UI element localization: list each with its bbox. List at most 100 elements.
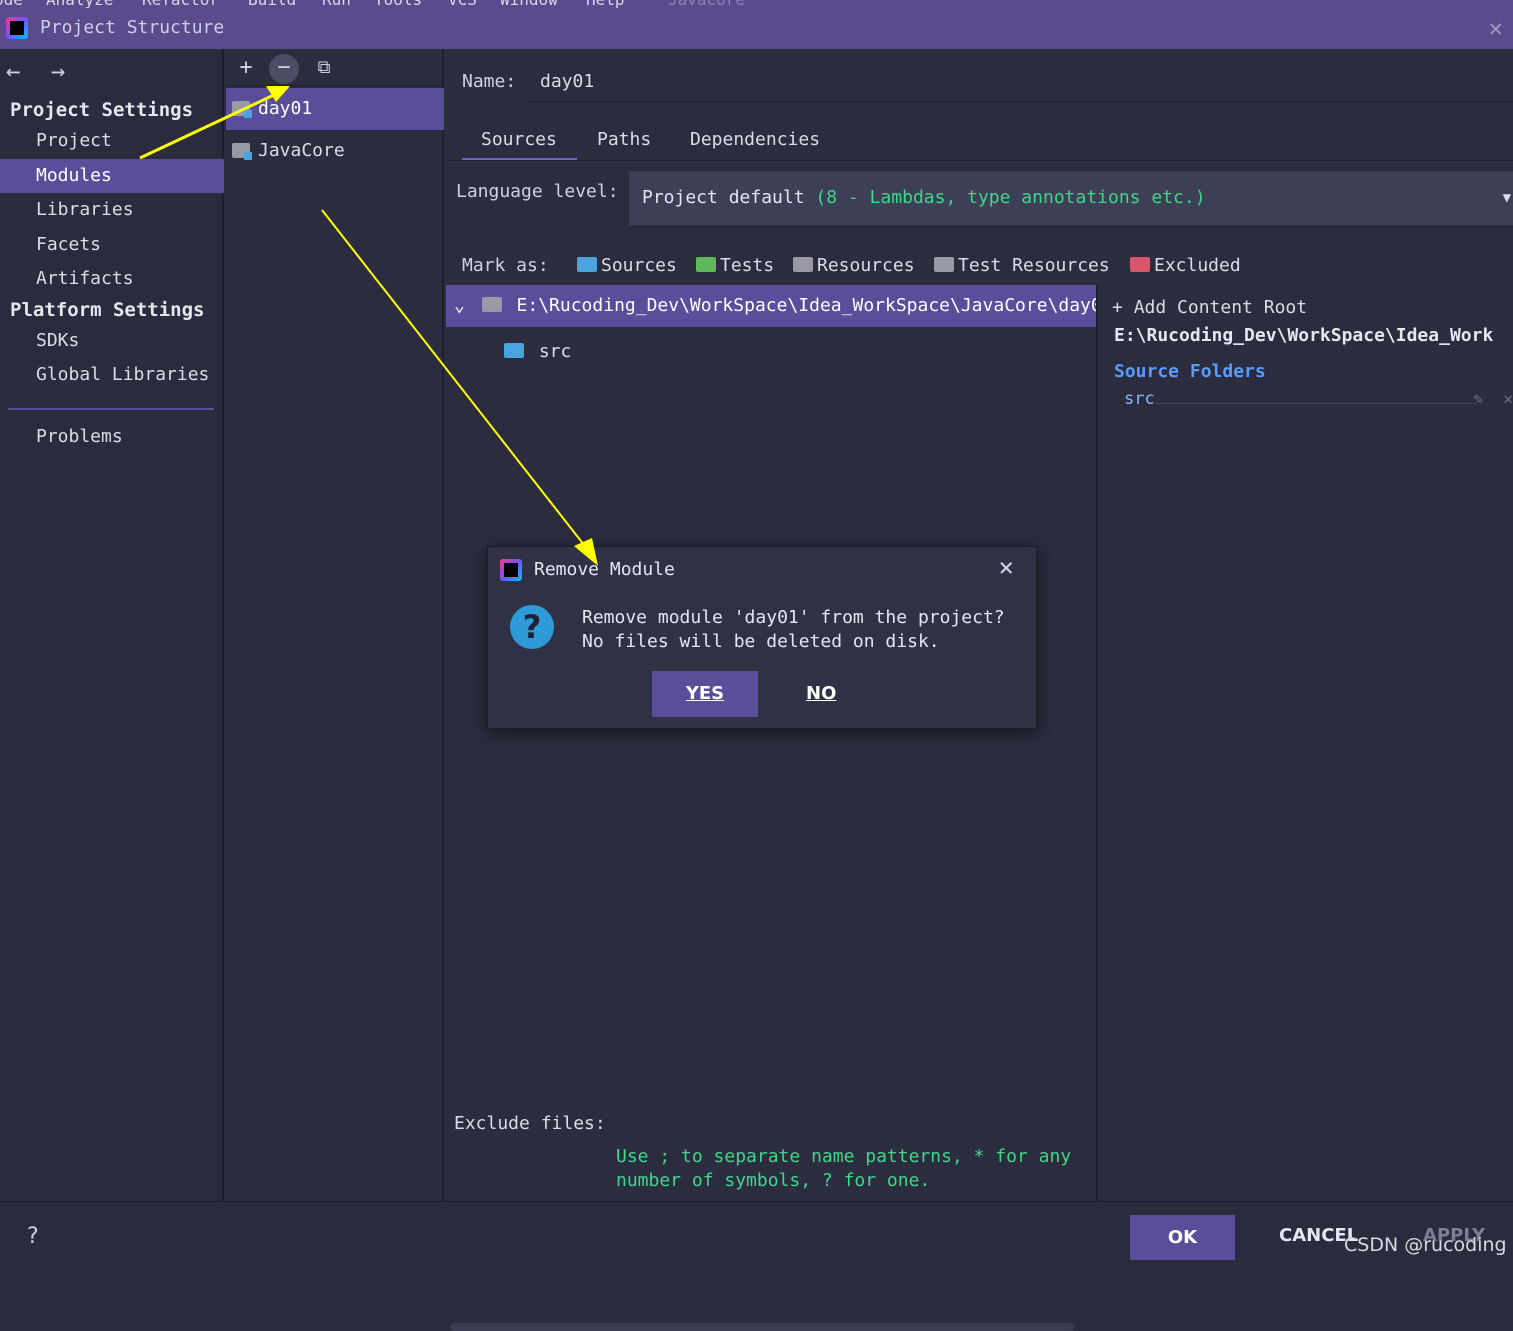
- menu-code[interactable]: ode: [0, 0, 23, 8]
- mark-sources-label: Sources: [601, 255, 677, 276]
- sidebar-item-project[interactable]: Project: [0, 124, 224, 158]
- forward-arrow-icon[interactable]: →: [51, 57, 65, 85]
- folder-icon: [481, 297, 502, 312]
- project-settings-header: Project Settings: [10, 99, 194, 121]
- sidebar-divider: [8, 408, 214, 410]
- module-folder-icon: [232, 143, 252, 160]
- module-item-label: JavaCore: [258, 140, 345, 161]
- plus-icon: +: [1112, 297, 1123, 318]
- dialog-title: Remove Module: [534, 559, 675, 580]
- modules-toolbar: + − ⧉: [226, 49, 444, 86]
- chevron-down-icon: ▼: [1502, 190, 1511, 206]
- dialog-footer: ? OK CANCEL APPLY CSDN @rucoding: [0, 1201, 1513, 1267]
- intellij-logo-icon: [500, 559, 522, 581]
- name-field-underline: [526, 101, 1513, 102]
- question-icon: ?: [510, 605, 554, 649]
- sources-folder-icon: [504, 343, 524, 358]
- mark-sources-button[interactable]: Sources: [577, 255, 677, 276]
- mark-excluded-button[interactable]: Excluded: [1130, 255, 1241, 276]
- module-name-field[interactable]: day01: [540, 71, 594, 92]
- sidebar-item-problems[interactable]: Problems: [0, 420, 224, 454]
- language-level-select[interactable]: Project default (8 - Lambdas, type annot…: [629, 171, 1513, 225]
- close-icon[interactable]: ×: [998, 553, 1014, 583]
- watermark: CSDN @rucoding: [1344, 1234, 1507, 1256]
- sidebar-item-modules[interactable]: Modules: [0, 159, 224, 193]
- source-folders-heading: Source Folders: [1114, 361, 1266, 382]
- mark-tests-button[interactable]: Tests: [696, 255, 774, 276]
- tests-folder-icon: [696, 257, 716, 272]
- modules-panel: + − ⧉ day01 JavaCore: [226, 49, 444, 1201]
- menu-run[interactable]: Run: [322, 0, 351, 8]
- close-icon[interactable]: ✕: [1503, 389, 1513, 408]
- exclude-files-label: Exclude files:: [454, 1113, 606, 1134]
- pencil-icon[interactable]: ✎: [1473, 389, 1483, 408]
- menu-window[interactable]: Window: [500, 0, 558, 8]
- dotted-leader: [1156, 403, 1476, 404]
- add-module-button[interactable]: +: [231, 54, 261, 84]
- menu-refactor[interactable]: Refactor: [142, 0, 219, 8]
- chevron-down-icon[interactable]: ⌄: [454, 295, 465, 316]
- menu-tools[interactable]: Tools: [374, 0, 422, 8]
- name-row: Name: day01: [462, 71, 594, 92]
- dialog-message-line2: No files will be deleted on disk.: [582, 631, 940, 652]
- exclude-files-hint: Use ; to separate name patterns, * for a…: [616, 1146, 1072, 1191]
- tab-sources[interactable]: Sources: [462, 125, 577, 161]
- module-folder-icon: [232, 101, 252, 118]
- module-item-javacore[interactable]: JavaCore: [226, 130, 444, 172]
- menu-vcs[interactable]: VCS: [448, 0, 477, 8]
- excluded-folder-icon: [1130, 257, 1150, 272]
- no-button[interactable]: NO: [806, 683, 836, 704]
- close-icon[interactable]: ✕: [1489, 14, 1503, 42]
- language-level-hint: (8 - Lambdas, type annotations etc.): [815, 187, 1206, 208]
- remove-module-button[interactable]: −: [269, 54, 299, 84]
- tabs-divider: [446, 160, 1513, 161]
- menu-project-name: JavaCore: [668, 0, 745, 8]
- content-root-path: E:\Rucoding_Dev\WorkSpace\Idea_Work: [1114, 325, 1494, 346]
- resources-folder-icon: [793, 257, 813, 272]
- add-content-root-label: Add Content Root: [1133, 297, 1308, 318]
- tree-root-path: E:\Rucoding_Dev\WorkSpace\Idea_WorkSpace…: [516, 295, 1096, 316]
- mark-tests-label: Tests: [720, 255, 775, 276]
- platform-settings-header: Platform Settings: [10, 299, 205, 321]
- sources-folder-icon: [577, 257, 597, 272]
- help-button[interactable]: ?: [26, 1224, 39, 1249]
- sidebar-item-facets[interactable]: Facets: [0, 228, 224, 262]
- sidebar-item-artifacts[interactable]: Artifacts: [0, 262, 224, 296]
- content-root-details: + Add Content Root E:\Rucoding_Dev\WorkS…: [1098, 285, 1513, 1201]
- test-resources-folder-icon: [934, 257, 954, 272]
- intellij-logo-icon: [6, 17, 28, 39]
- menu-build[interactable]: Build: [248, 0, 296, 8]
- add-content-root-button[interactable]: + Add Content Root: [1112, 297, 1307, 318]
- source-folder-entry: src: [1124, 389, 1155, 409]
- tab-dependencies[interactable]: Dependencies: [690, 125, 820, 161]
- tree-src-label: src: [538, 341, 572, 362]
- tree-horizontal-scrollbar[interactable]: [450, 1323, 1074, 1331]
- ok-button[interactable]: OK: [1130, 1215, 1235, 1260]
- mark-test-resources-label: Test Resources: [958, 255, 1110, 276]
- tab-paths[interactable]: Paths: [597, 125, 651, 161]
- window-title: Project Structure: [40, 17, 225, 38]
- mark-excluded-label: Excluded: [1154, 255, 1241, 276]
- tree-root-node[interactable]: ⌄ E:\Rucoding_Dev\WorkSpace\Idea_WorkSpa…: [446, 285, 1096, 327]
- tree-src-node[interactable]: src: [504, 341, 571, 362]
- sidebar-item-sdks[interactable]: SDKs: [0, 324, 224, 358]
- remove-module-dialog: Remove Module × ? Remove module 'day01' …: [487, 546, 1037, 729]
- copy-module-button[interactable]: ⧉: [309, 54, 339, 84]
- language-level-label: Language level:: [456, 181, 619, 202]
- menu-help[interactable]: Help: [586, 0, 625, 8]
- sidebar-item-libraries[interactable]: Libraries: [0, 193, 224, 227]
- mark-resources-button[interactable]: Resources: [793, 255, 915, 276]
- yes-button[interactable]: YES: [652, 671, 758, 717]
- menu-analyze[interactable]: Analyze: [46, 0, 113, 8]
- sidebar-item-global-libraries[interactable]: Global Libraries: [0, 358, 224, 392]
- name-label: Name:: [462, 71, 517, 92]
- language-level-value: Project default: [642, 187, 805, 208]
- nav-arrows: ← →: [6, 57, 81, 85]
- module-item-label: day01: [258, 98, 313, 119]
- mark-resources-label: Resources: [817, 255, 915, 276]
- settings-sidebar: ← → Project Settings Project Modules Lib…: [0, 49, 224, 1201]
- back-arrow-icon[interactable]: ←: [6, 57, 20, 85]
- menu-bar: ode Analyze Refactor Build Run Tools VCS…: [0, 0, 1513, 8]
- mark-test-resources-button[interactable]: Test Resources: [934, 255, 1110, 276]
- module-item-day01[interactable]: day01: [226, 88, 444, 130]
